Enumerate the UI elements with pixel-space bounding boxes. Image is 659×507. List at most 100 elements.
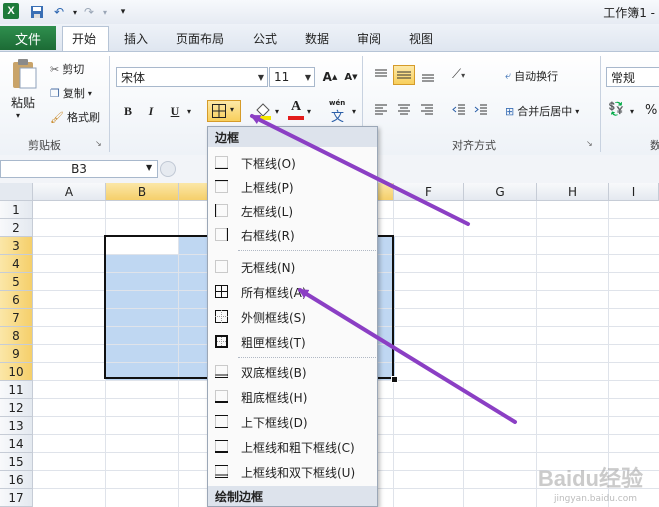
menu-item-bottom-border[interactable]: 下框线(O) <box>208 151 377 175</box>
borders-dropdown-icon[interactable]: ▾ <box>230 105 234 114</box>
select-all-corner[interactable] <box>0 183 33 201</box>
decrease-indent-icon[interactable] <box>451 102 467 121</box>
menu-item-thick-bottom-border[interactable]: 粗底框线(H) <box>208 385 377 409</box>
number-format-combo[interactable]: 常规 <box>606 67 659 87</box>
bold-button[interactable]: B <box>118 101 138 121</box>
menu-item-top-thick-bottom-border[interactable]: 上框线和粗下框线(C) <box>208 435 377 459</box>
row-header[interactable]: 5 <box>0 273 33 291</box>
align-right-icon[interactable] <box>419 102 435 121</box>
row-header[interactable]: 6 <box>0 291 33 309</box>
percent-style-button[interactable]: % <box>645 103 657 118</box>
menu-item-thick-box-border[interactable]: 粗匣框线(T) <box>208 330 377 354</box>
clipboard-launcher-icon[interactable]: ↘ <box>95 139 102 148</box>
row-header[interactable]: 16 <box>0 471 33 489</box>
paste-button[interactable]: 粘贴 <box>11 94 35 111</box>
row-header[interactable]: 17 <box>0 489 33 507</box>
row-header[interactable]: 9 <box>0 345 33 363</box>
font-size-combo[interactable]: 11 ▼ <box>269 67 315 87</box>
formula-bar-expand-icon[interactable] <box>160 161 176 177</box>
tab-data[interactable]: 数据 <box>305 30 329 47</box>
row-header[interactable]: 4 <box>0 255 33 273</box>
align-middle-icon[interactable] <box>393 65 415 85</box>
row-header[interactable]: 14 <box>0 435 33 453</box>
menu-item-outside-borders[interactable]: 外侧框线(S) <box>208 305 377 329</box>
row-header[interactable]: 3 <box>0 237 33 255</box>
customize-quick-access-icon[interactable]: ▾ <box>114 3 132 21</box>
font-color-icon[interactable]: A <box>287 99 305 115</box>
row-header[interactable]: 11 <box>0 381 33 399</box>
name-box[interactable]: B3 <box>0 160 158 178</box>
font-name-dropdown-icon[interactable]: ▼ <box>258 73 264 82</box>
tab-page-layout[interactable]: 页面布局 <box>176 30 224 47</box>
row-header[interactable]: 2 <box>0 219 33 237</box>
alignment-launcher-icon[interactable]: ↘ <box>586 139 593 148</box>
menu-item-top-border[interactable]: 上框线(P) <box>208 175 377 199</box>
paste-icon[interactable] <box>10 58 38 93</box>
row-header[interactable]: 12 <box>0 399 33 417</box>
font-name-combo[interactable]: 宋体 ▼ <box>116 67 268 87</box>
redo-dropdown-icon[interactable]: ▾ <box>96 3 114 21</box>
align-bottom-icon[interactable] <box>420 67 436 86</box>
tab-view[interactable]: 视图 <box>409 30 433 47</box>
row-header[interactable]: 7 <box>0 309 33 327</box>
column-header[interactable]: F <box>394 183 464 201</box>
italic-button[interactable]: I <box>141 101 161 121</box>
fill-handle[interactable] <box>391 376 398 383</box>
font-color-dropdown-icon[interactable]: ▾ <box>307 107 311 116</box>
tab-file[interactable]: 文件 <box>0 26 56 50</box>
borders-button[interactable]: ▾ <box>207 100 241 122</box>
menu-item-right-border[interactable]: 右框线(R) <box>208 223 377 247</box>
wrap-text-button[interactable]: ⤶ 自动换行 <box>505 68 558 84</box>
column-header[interactable]: G <box>464 183 537 201</box>
copy-button[interactable]: ❐ 复制 ▾ <box>50 85 92 101</box>
menu-item-double-bottom-border[interactable]: 双底框线(B) <box>208 360 377 384</box>
fill-color-icon[interactable] <box>253 100 273 123</box>
alignment-group-label: 对齐方式 <box>452 139 496 152</box>
orientation-icon[interactable]: ⟋▾ <box>452 67 465 82</box>
column-header[interactable]: B <box>106 183 179 201</box>
menu-item-all-borders[interactable]: 所有框线(A) <box>208 280 377 304</box>
row-header[interactable]: 1 <box>0 201 33 219</box>
tab-insert[interactable]: 插入 <box>124 30 148 47</box>
name-box-dropdown-icon[interactable]: ▼ <box>146 163 152 172</box>
accounting-format-icon[interactable]: 💱 <box>608 102 624 117</box>
column-header[interactable]: H <box>537 183 609 201</box>
align-left-icon[interactable] <box>373 102 389 121</box>
format-painter-button[interactable]: 🖌 格式刷 <box>50 109 100 125</box>
row-header[interactable]: 13 <box>0 417 33 435</box>
menu-item-top-double-bottom-border[interactable]: 上框线和双下框线(U) <box>208 460 377 484</box>
tab-review[interactable]: 审阅 <box>357 30 381 47</box>
tab-formulas[interactable]: 公式 <box>253 30 277 47</box>
align-top-icon[interactable] <box>373 67 389 86</box>
cut-button[interactable]: ✂ 剪切 <box>50 61 84 77</box>
menu-item-label: 上框线和双下框线(U) <box>241 465 356 480</box>
top-double-bottom-border-icon <box>215 465 228 478</box>
accounting-dropdown-icon[interactable]: ▾ <box>630 107 634 116</box>
save-icon[interactable] <box>28 3 46 21</box>
increase-indent-icon[interactable] <box>473 102 489 121</box>
phonetic-dropdown-icon[interactable]: ▾ <box>352 107 356 116</box>
column-header[interactable]: A <box>33 183 106 201</box>
name-box-value: B3 <box>71 162 87 176</box>
underline-button[interactable]: U <box>165 101 185 121</box>
copy-dropdown-icon[interactable]: ▾ <box>88 89 92 98</box>
menu-item-label: 左框线(L) <box>241 204 294 219</box>
excel-logo-icon[interactable]: X <box>3 3 19 19</box>
shrink-font-icon[interactable]: A ▼ <box>341 67 361 87</box>
menu-item-no-border[interactable]: 无框线(N) <box>208 255 377 279</box>
menu-item-top-bottom-border[interactable]: 上下框线(D) <box>208 410 377 434</box>
fill-color-dropdown-icon[interactable]: ▾ <box>275 107 279 116</box>
merge-center-button[interactable]: ⊞ 合并后居中 ▾ <box>505 103 579 119</box>
phonetic-guide-icon[interactable]: 文 <box>331 106 344 125</box>
underline-dropdown-icon[interactable]: ▾ <box>187 107 191 116</box>
align-center-icon[interactable] <box>396 102 412 121</box>
grow-font-icon[interactable]: A ▲ <box>320 67 340 87</box>
paste-dropdown-icon[interactable]: ▾ <box>16 111 20 120</box>
merge-center-dropdown-icon[interactable]: ▾ <box>575 107 579 116</box>
row-header[interactable]: 8 <box>0 327 33 345</box>
font-size-dropdown-icon[interactable]: ▼ <box>305 73 311 82</box>
row-header[interactable]: 10 <box>0 363 33 381</box>
row-header[interactable]: 15 <box>0 453 33 471</box>
column-header[interactable]: I <box>609 183 659 201</box>
menu-item-left-border[interactable]: 左框线(L) <box>208 199 377 223</box>
